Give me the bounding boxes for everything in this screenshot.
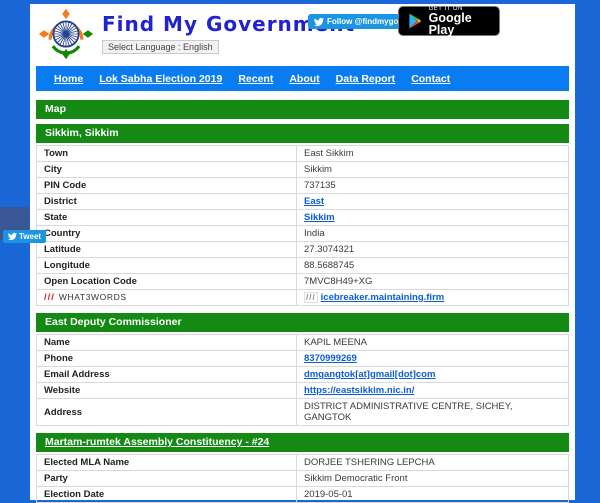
main-nav: Home Lok Sabha Election 2019 Recent About Da… [36, 66, 569, 91]
row-label: Email Address [37, 367, 297, 383]
row-label: Party [37, 471, 297, 487]
row-value: India [297, 226, 569, 242]
row-label: Elected MLA Name [37, 455, 297, 471]
row-value: Sikkim Democratic Front [297, 471, 569, 487]
row-value: 2019-05-01 [297, 487, 569, 503]
row-label: District [37, 194, 297, 210]
table-row: PartySikkim Democratic Front [37, 471, 569, 487]
tweet-button-label: Tweet [19, 232, 41, 241]
map-section-header: Map [36, 100, 569, 119]
row-value: East Sikkim [297, 146, 569, 162]
constituency-section-header: Martam-rumtek Assembly Constituency - #2… [36, 433, 569, 452]
table-row: District East [37, 194, 569, 210]
row-label: Latitude [37, 242, 297, 258]
site-header: Find My Government Select Language : Eng… [30, 4, 575, 64]
row-label: PIN Code [37, 178, 297, 194]
table-row: AddressDISTRICT ADMINISTRATIVE CENTRE, S… [37, 399, 569, 426]
table-row: State Sikkim [37, 210, 569, 226]
language-selector[interactable]: Select Language : English [102, 40, 219, 54]
twitter-follow-label: Follow @findmygov [327, 17, 403, 26]
table-row: Open Location Code7MVC8H49+XG [37, 274, 569, 290]
row-label: Country [37, 226, 297, 242]
table-row: CountryIndia [37, 226, 569, 242]
what3words-icon: /// [304, 292, 318, 303]
row-value: DORJEE TSHERING LEPCHA [297, 455, 569, 471]
table-row: PIN Code737135 [37, 178, 569, 194]
nav-link-recent[interactable]: Recent [238, 73, 273, 85]
row-value: https://eastsikkim.nic.in/ [297, 383, 569, 399]
location-section-header: Sikkim, Sikkim [36, 124, 569, 143]
row-value: DISTRICT ADMINISTRATIVE CENTRE, SICHEY, … [297, 399, 569, 426]
table-row: Longitude88.5688745 [37, 258, 569, 274]
nav-link-about[interactable]: About [289, 73, 319, 85]
value-link[interactable]: East [304, 196, 324, 207]
row-label: Website [37, 383, 297, 399]
row-value: Sikkim [297, 162, 569, 178]
table-row: Email Address dmgangtok[at]gmail[dot]com [37, 367, 569, 383]
table-row: Latitude27.3074321 [37, 242, 569, 258]
row-label: Phone [37, 351, 297, 367]
row-value: dmgangtok[at]gmail[dot]com [297, 367, 569, 383]
google-play-text: GET IT ON Google Play [429, 6, 490, 36]
row-label: Election Date [37, 487, 297, 503]
row-label: Town [37, 146, 297, 162]
row-value: ///icebreaker.maintaining.firm [297, 290, 569, 306]
row-value: 737135 [297, 178, 569, 194]
row-value: KAPIL MEENA [297, 335, 569, 351]
location-table: TownEast SikkimCitySikkimPIN Code737135D… [36, 145, 569, 306]
nav-link-lok-sabha-election-2019[interactable]: Lok Sabha Election 2019 [99, 73, 222, 85]
nav-link-home[interactable]: Home [54, 73, 83, 85]
table-row: ///WHAT3WORDS///icebreaker.maintaining.f… [37, 290, 569, 306]
row-value: 88.5688745 [297, 258, 569, 274]
constituency-table: Elected MLA NameDORJEE TSHERING LEPCHAPa… [36, 454, 569, 503]
twitter-follow-button[interactable]: Follow @findmygov [308, 14, 409, 29]
value-link[interactable]: 8370999269 [304, 353, 357, 364]
nav-link-contact[interactable]: Contact [411, 73, 450, 85]
table-row: Elected MLA NameDORJEE TSHERING LEPCHA [37, 455, 569, 471]
commissioner-table: NameKAPIL MEENAPhone 8370999269 Email Addr… [36, 334, 569, 426]
google-play-label: Google Play [429, 12, 490, 36]
table-row: Phone 8370999269 [37, 351, 569, 367]
row-label: Open Location Code [37, 274, 297, 290]
table-row: CitySikkim [37, 162, 569, 178]
twitter-bird-icon [8, 232, 17, 241]
value-link[interactable]: dmgangtok[at]gmail[dot]com [304, 369, 435, 380]
table-row: Website https://eastsikkim.nic.in/ [37, 383, 569, 399]
nav-link-data-report[interactable]: Data Report [336, 73, 396, 85]
row-value: 27.3074321 [297, 242, 569, 258]
value-link[interactable]: Sikkim [304, 212, 335, 223]
row-value: Sikkim [297, 210, 569, 226]
row-value: East [297, 194, 569, 210]
value-link[interactable]: https://eastsikkim.nic.in/ [304, 385, 414, 396]
table-row: NameKAPIL MEENA [37, 335, 569, 351]
chakra-compass-logo-icon [38, 7, 94, 61]
twitter-bird-icon [314, 17, 324, 27]
row-label: Address [37, 399, 297, 426]
value-link[interactable]: icebreaker.maintaining.firm [321, 292, 445, 303]
what3words-icon: /// [44, 292, 55, 303]
row-value: 8370999269 [297, 351, 569, 367]
tweet-button[interactable]: Tweet [3, 230, 46, 243]
site-logo[interactable] [38, 7, 94, 61]
commissioner-section-header: East Deputy Commissioner [36, 313, 569, 332]
row-label: City [37, 162, 297, 178]
row-label: State [37, 210, 297, 226]
table-row: Election Date2019-05-01 [37, 487, 569, 503]
content-page: Find My Government Select Language : Eng… [30, 4, 575, 500]
row-label: Name [37, 335, 297, 351]
google-play-icon [408, 12, 422, 30]
table-row: TownEast Sikkim [37, 146, 569, 162]
row-label: /// WHAT3WORDS [37, 290, 297, 306]
what3words-label: WHAT3WORDS [59, 292, 127, 302]
row-value: 7MVC8H49+XG [297, 274, 569, 290]
row-label: Longitude [37, 258, 297, 274]
google-play-badge[interactable]: GET IT ON Google Play [398, 6, 500, 36]
constituency-link[interactable]: Martam-rumtek Assembly Constituency - #2… [45, 436, 269, 448]
